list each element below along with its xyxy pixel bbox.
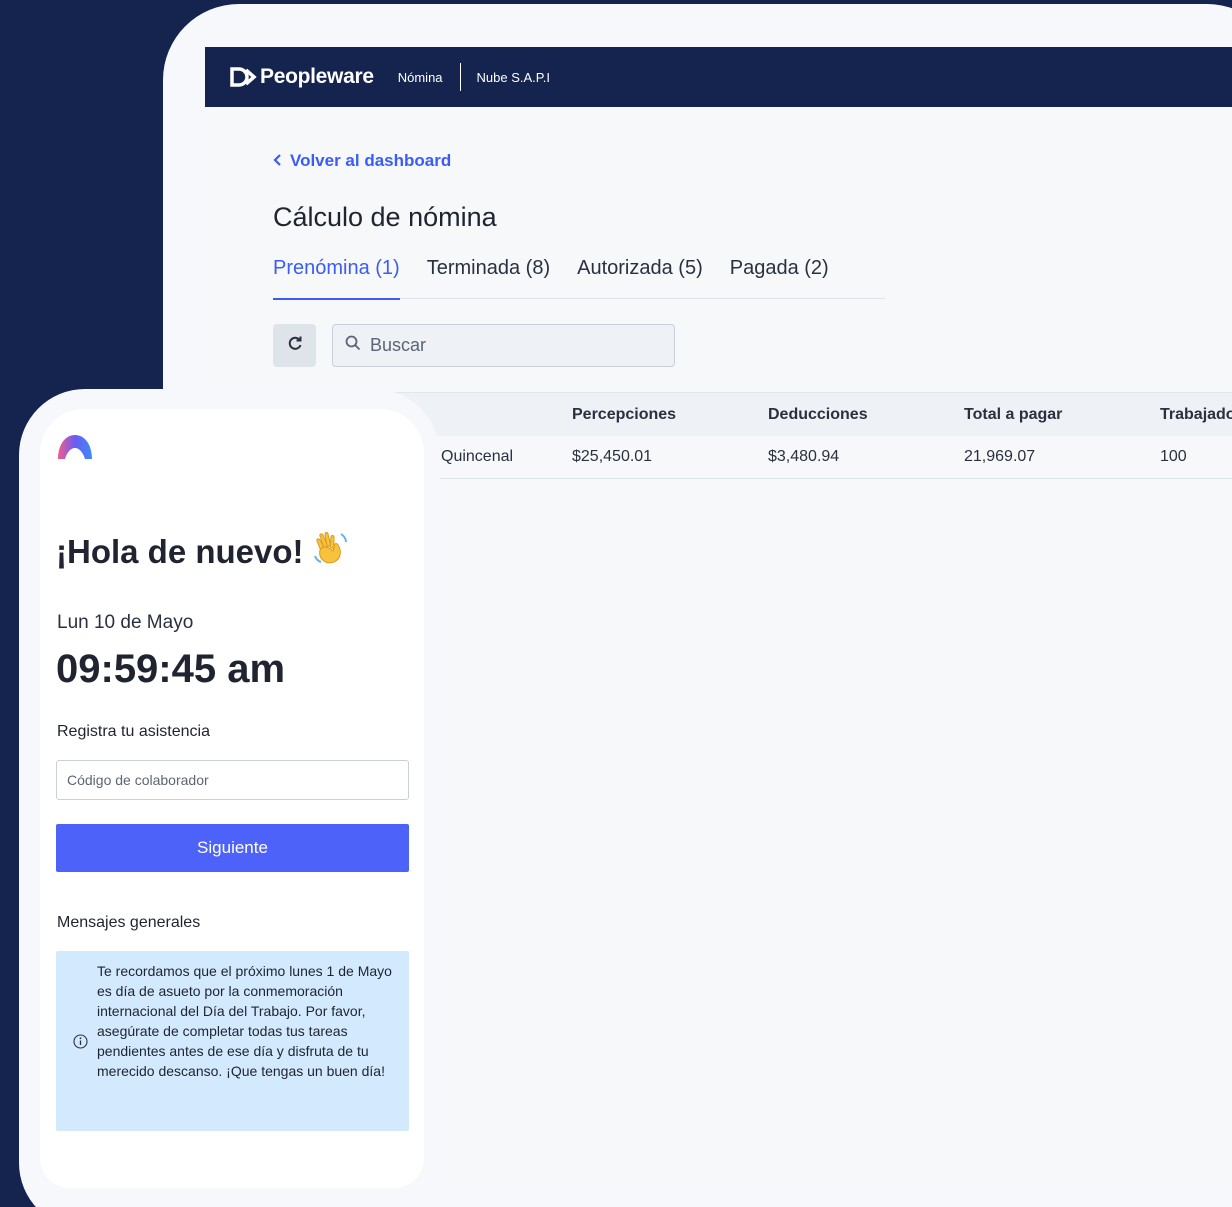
- back-to-dashboard-link[interactable]: Volver al dashboard: [273, 151, 451, 171]
- cell-total: 21,969.07: [964, 448, 1036, 465]
- tab-terminada[interactable]: Terminada (8): [427, 257, 550, 299]
- attendance-label: Registra tu asistencia: [57, 723, 210, 740]
- cell-trabajado: 100: [1160, 448, 1187, 465]
- brand-name: Peopleware: [260, 65, 374, 88]
- waving-hand-icon: [312, 529, 350, 575]
- status-tabs: Prenómina (1) Terminada (8) Autorizada (…: [273, 257, 885, 300]
- general-message-text: Te recordamos que el próximo lunes 1 de …: [97, 963, 392, 1079]
- refresh-icon: [287, 335, 303, 356]
- info-icon: [73, 1034, 88, 1054]
- messages-label: Mensajes generales: [57, 914, 201, 931]
- tab-pagada[interactable]: Pagada (2): [730, 257, 829, 299]
- cell-period: Quincenal: [441, 448, 514, 465]
- search-input[interactable]: Buscar: [332, 324, 675, 367]
- column-header-percepciones[interactable]: Percepciones: [572, 393, 676, 436]
- search-icon: [345, 335, 361, 356]
- column-header-trabajado[interactable]: Trabajado: [1160, 393, 1232, 436]
- peopleware-logo-icon: [229, 67, 257, 87]
- current-time: 09:59:45 am: [56, 647, 286, 691]
- page-title: Cálculo de nómina: [273, 202, 497, 232]
- greeting-heading: ¡Hola de nuevo!: [56, 529, 350, 575]
- attendance-screen: ¡Hola de nuevo! Lun 10 de Mayo 09:59:45 …: [40, 409, 424, 1188]
- column-header-total[interactable]: Total a pagar: [964, 393, 1062, 436]
- current-date: Lun 10 de Mayo: [57, 612, 194, 633]
- back-link-label: Volver al dashboard: [290, 151, 452, 170]
- brand-logo[interactable]: Peopleware: [229, 65, 374, 89]
- column-header-deducciones[interactable]: Deducciones: [768, 393, 868, 436]
- tab-autorizada[interactable]: Autorizada (5): [577, 257, 703, 299]
- app-logo-icon: [56, 433, 94, 468]
- tab-prenomina[interactable]: Prenómina (1): [273, 257, 400, 300]
- company-name[interactable]: Nube S.A.P.I: [477, 70, 550, 85]
- nav-item-nomina[interactable]: Nómina: [398, 70, 443, 85]
- chevron-left-icon: [273, 153, 282, 170]
- nav-divider: [459, 63, 461, 91]
- search-placeholder: Buscar: [370, 335, 427, 355]
- cell-deducciones: $3,480.94: [768, 448, 840, 465]
- refresh-button[interactable]: [273, 324, 316, 367]
- next-button[interactable]: Siguiente: [56, 824, 409, 872]
- greeting-text: ¡Hola de nuevo!: [56, 533, 304, 570]
- general-message-box: Te recordamos que el próximo lunes 1 de …: [56, 951, 409, 1131]
- collaborator-code-input[interactable]: [56, 760, 409, 800]
- cell-percepciones: $25,450.01: [572, 448, 653, 465]
- top-navbar: Peopleware Nómina Nube S.A.P.I: [205, 47, 1232, 107]
